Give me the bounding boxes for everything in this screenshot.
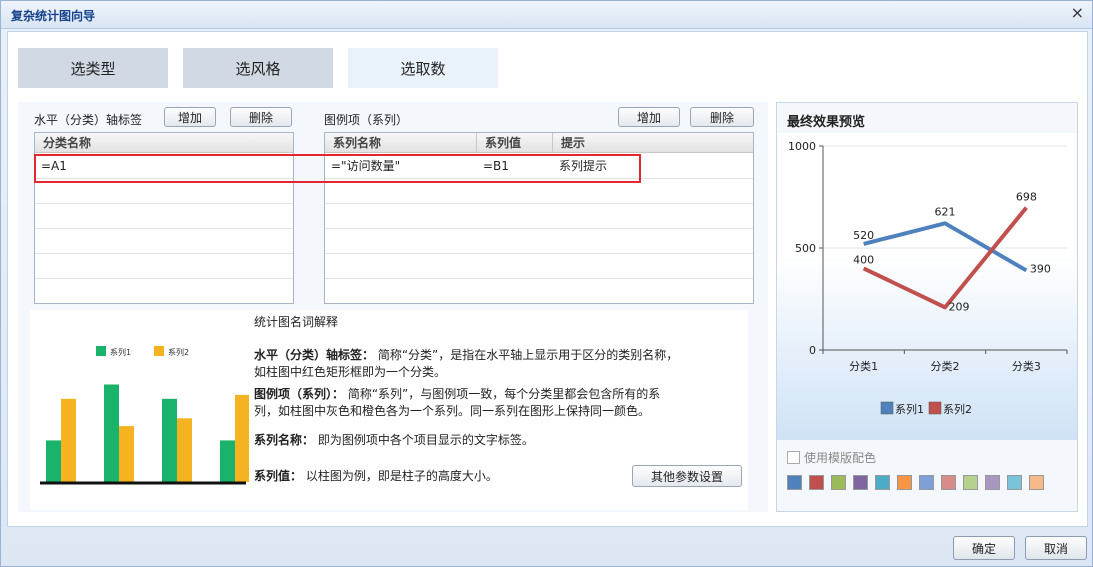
sample-legend-swatch [154, 346, 164, 356]
table-row-empty[interactable] [35, 204, 293, 229]
legend-header-tip: 提示 [561, 136, 586, 150]
table-row-empty[interactable] [325, 229, 753, 254]
preview-panel: 最终效果预览 0 500 1000 分类1 分类2 分类3 520 621 390 400 209 6… [776, 102, 1078, 512]
color-swatch[interactable] [787, 475, 802, 490]
axis-delete-button[interactable]: 删除 [230, 107, 292, 127]
title-bar: 复杂统计图向导 × [1, 1, 1092, 29]
color-swatch[interactable] [963, 475, 978, 490]
legend-cell-value[interactable]: =B1 [477, 154, 553, 179]
legend-grid: 系列名称 系列值 提示 ="访问数量" =B1 系列提示 [324, 132, 754, 304]
sample-bar-series1 [46, 440, 61, 482]
sample-legend-label: 系列2 [168, 347, 189, 357]
color-swatch[interactable] [809, 475, 824, 490]
sample-bar-series1 [162, 398, 177, 482]
series-line-1 [863, 221, 1028, 273]
data-label: 698 [1016, 191, 1037, 204]
table-row-empty[interactable] [325, 254, 753, 279]
sample-bar-series1 [220, 440, 235, 482]
y-tick-label: 0 [809, 344, 816, 357]
x-tick-label: 分类2 [931, 359, 960, 373]
explain-value-term: 系列值： [254, 469, 303, 483]
explain-value: 系列值： 以柱图为例，即是柱子的高度大小。 [254, 468, 614, 485]
table-row-empty[interactable] [325, 179, 753, 204]
table-row-empty[interactable] [35, 229, 293, 254]
y-tick-label: 1000 [788, 140, 816, 153]
other-params-button[interactable]: 其他参数设置 [632, 465, 742, 487]
color-swatch[interactable] [985, 475, 1000, 490]
cancel-button[interactable]: 取消 [1025, 536, 1087, 560]
table-row[interactable]: =A1 [35, 154, 293, 179]
sample-bar-series2 [235, 394, 249, 482]
explain-name-term: 系列名称： [254, 433, 315, 447]
sample-bar-chart: 系列1 系列2 [40, 346, 249, 485]
legend-cell-name[interactable]: ="访问数量" [325, 154, 477, 179]
color-swatch[interactable] [919, 475, 934, 490]
legend-swatch [880, 401, 894, 415]
legend-header-name: 系列名称 [325, 133, 477, 153]
preview-area: 0 500 1000 分类1 分类2 分类3 520 621 390 400 209 698 系列1 系列… [777, 133, 1077, 440]
explain-axis: 水平（分类）轴标签： 简称“分类”，是指在水平轴上显示用于区分的类别名称，如柱图… [254, 347, 684, 381]
legend-label-title: 图例项（系列） [324, 113, 409, 127]
explanation-panel: 系列1 系列2 统计图名词解释 水平（分类）轴标签： 简称“分类”，是指在水平轴上… [30, 310, 748, 510]
data-label: 621 [935, 205, 956, 218]
table-row-empty[interactable] [35, 179, 293, 204]
explain-title: 统计图名词解释 [254, 315, 339, 329]
explain-value-desc: 以柱图为例，即是柱子的高度大小。 [305, 469, 498, 483]
color-swatch[interactable] [853, 475, 868, 490]
color-swatch[interactable] [875, 475, 890, 490]
sample-bar-series2 [119, 426, 134, 482]
legend-header-value: 系列值 [477, 133, 553, 153]
template-checkbox[interactable] [787, 451, 800, 464]
explain-name-desc: 即为图例项中各个项目显示的文字标签。 [317, 433, 534, 447]
data-label: 209 [949, 300, 970, 313]
axis-label-title: 水平（分类）轴标签 [34, 113, 143, 127]
explain-name: 系列名称： 即为图例项中各个项目显示的文字标签。 [254, 432, 684, 449]
preview-title: 最终效果预览 [787, 115, 866, 130]
close-icon[interactable]: × [1071, 5, 1084, 21]
sample-bar-series2 [177, 418, 192, 482]
step-select-data[interactable]: 选取数 [348, 48, 498, 88]
template-label: 使用模版配色 [804, 451, 877, 465]
y-tick-label: 500 [795, 242, 816, 255]
dialog-title: 复杂统计图向导 [11, 9, 96, 23]
x-tick-label: 分类1 [849, 359, 878, 373]
color-swatch[interactable] [897, 475, 912, 490]
table-row-empty[interactable] [35, 254, 293, 279]
sample-legend-swatch [96, 346, 106, 356]
data-label: 520 [853, 229, 874, 242]
explain-legend-term: 图例项（系列）： [254, 387, 345, 401]
legend-label: 系列1 [895, 402, 924, 416]
preview-line-chart: 0 500 1000 分类1 分类2 分类3 520 621 390 400 209 698 系列1 系列… [788, 140, 1068, 416]
sample-legend-label: 系列1 [110, 347, 131, 357]
legend-add-button[interactable]: 增加 [618, 107, 680, 127]
wizard-content: 选类型 选风格 选取数 水平（分类）轴标签 增加 删除 分类名称 =A1 图例项… [7, 31, 1088, 527]
data-label: 400 [853, 253, 874, 266]
legend-label: 系列2 [943, 402, 972, 416]
color-swatch[interactable] [1007, 475, 1022, 490]
axis-cell[interactable]: =A1 [35, 154, 293, 179]
color-swatch[interactable] [831, 475, 846, 490]
table-row-empty[interactable] [325, 204, 753, 229]
x-tick-label: 分类3 [1012, 359, 1041, 373]
explain-axis-term: 水平（分类）轴标签： [254, 348, 375, 362]
step-select-type[interactable]: 选类型 [18, 48, 168, 88]
data-label: 390 [1030, 262, 1051, 275]
legend-delete-button[interactable]: 删除 [690, 107, 754, 127]
legend-cell-tip[interactable]: 系列提示 [553, 154, 753, 179]
sample-bar-series1 [104, 384, 119, 482]
legend-swatch [928, 401, 942, 415]
color-swatches [787, 475, 1044, 490]
explain-legend: 图例项（系列）： 简称“系列”，与图例项一致，每个分类里都会包含所有的系列，如柱… [254, 386, 684, 420]
axis-header-category: 分类名称 [43, 136, 92, 150]
step-select-style[interactable]: 选风格 [183, 48, 333, 88]
sample-bar-series2 [61, 398, 76, 482]
template-color-option[interactable]: 使用模版配色 [787, 449, 876, 466]
table-row[interactable]: ="访问数量" =B1 系列提示 [325, 154, 753, 179]
color-swatch[interactable] [941, 475, 956, 490]
color-swatch[interactable] [1029, 475, 1044, 490]
axis-grid: 分类名称 =A1 [34, 132, 294, 304]
chart-wizard-dialog: 复杂统计图向导 × 选类型 选风格 选取数 水平（分类）轴标签 增加 删除 分类… [0, 0, 1093, 567]
axis-add-button[interactable]: 增加 [164, 107, 216, 127]
ok-button[interactable]: 确定 [953, 536, 1015, 560]
